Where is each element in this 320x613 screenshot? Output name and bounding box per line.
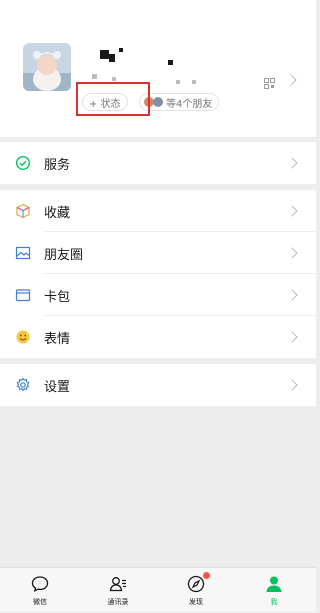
nickname-obscured [84, 44, 234, 90]
tab-label: 通讯录 [107, 598, 129, 606]
chevron-right-icon [286, 379, 298, 391]
add-status-button[interactable]: + 状态 [82, 93, 128, 111]
friends-label: 等4个朋友 [166, 98, 213, 110]
smiley-icon [16, 330, 30, 344]
menu-item-favorites[interactable]: 收藏 [0, 190, 316, 232]
menu-label: 朋友圈 [44, 247, 84, 263]
qr-code-icon[interactable] [264, 74, 275, 89]
contacts-icon [109, 577, 126, 592]
chevron-right-icon [286, 247, 298, 259]
tab-chats[interactable]: 微信 [10, 568, 70, 613]
status-label: + 状态 [89, 98, 121, 110]
bottom-tab-bar: 微信 通讯录 发现 我 [0, 567, 316, 612]
favorites-cube-icon [16, 203, 30, 219]
menu-label: 服务 [44, 157, 71, 173]
menu-item-services[interactable]: 服务 [0, 142, 316, 184]
friends-status-chip[interactable]: 等4个朋友 [139, 93, 220, 111]
gear-icon [16, 377, 30, 392]
tab-discover[interactable]: 发现 [166, 568, 226, 613]
menu-item-stickers[interactable]: 表情 [0, 316, 316, 358]
notification-badge [203, 572, 210, 579]
tab-label: 发现 [189, 598, 203, 606]
menu-item-settings[interactable]: 设置 [0, 364, 316, 406]
tab-label: 微信 [33, 598, 47, 606]
services-icon [15, 155, 31, 171]
chevron-right-icon [286, 205, 298, 217]
card-wallet-icon [15, 289, 31, 302]
person-icon [266, 576, 282, 592]
chevron-right-icon [286, 289, 298, 301]
tab-contacts[interactable]: 通讯录 [88, 568, 148, 613]
chevron-right-icon [285, 74, 297, 86]
chevron-right-icon [286, 331, 298, 343]
menu-label: 卡包 [44, 289, 71, 305]
menu-label: 设置 [44, 379, 71, 395]
moments-image-icon [15, 246, 31, 260]
friend-avatar [153, 97, 163, 107]
tab-me[interactable]: 我 [244, 568, 304, 613]
tab-label: 我 [270, 598, 278, 606]
chevron-right-icon [286, 157, 298, 169]
profile-header[interactable]: + 状态 等4个朋友 [0, 0, 316, 137]
menu-item-cards[interactable]: 卡包 [0, 274, 316, 316]
avatar[interactable] [23, 43, 71, 91]
menu-label: 表情 [44, 331, 71, 347]
chat-bubble-icon [31, 576, 49, 593]
menu-label: 收藏 [44, 205, 71, 221]
menu-item-moments[interactable]: 朋友圈 [0, 232, 316, 274]
